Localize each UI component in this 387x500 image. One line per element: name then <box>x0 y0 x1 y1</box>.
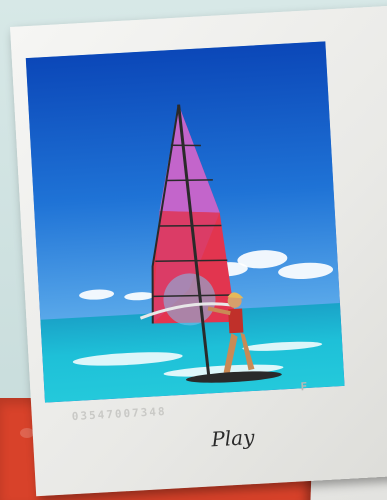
windsurf-photo <box>25 41 345 403</box>
polaroid-card-play[interactable]: 03547007348 F Play <box>10 4 387 497</box>
windsurfer-illustration <box>139 104 282 383</box>
windsurf-photo-serial: 03547007348 <box>71 404 167 424</box>
photo-caption-play[interactable]: Play <box>211 425 255 451</box>
windsurf-photo-tag: F <box>300 379 308 394</box>
